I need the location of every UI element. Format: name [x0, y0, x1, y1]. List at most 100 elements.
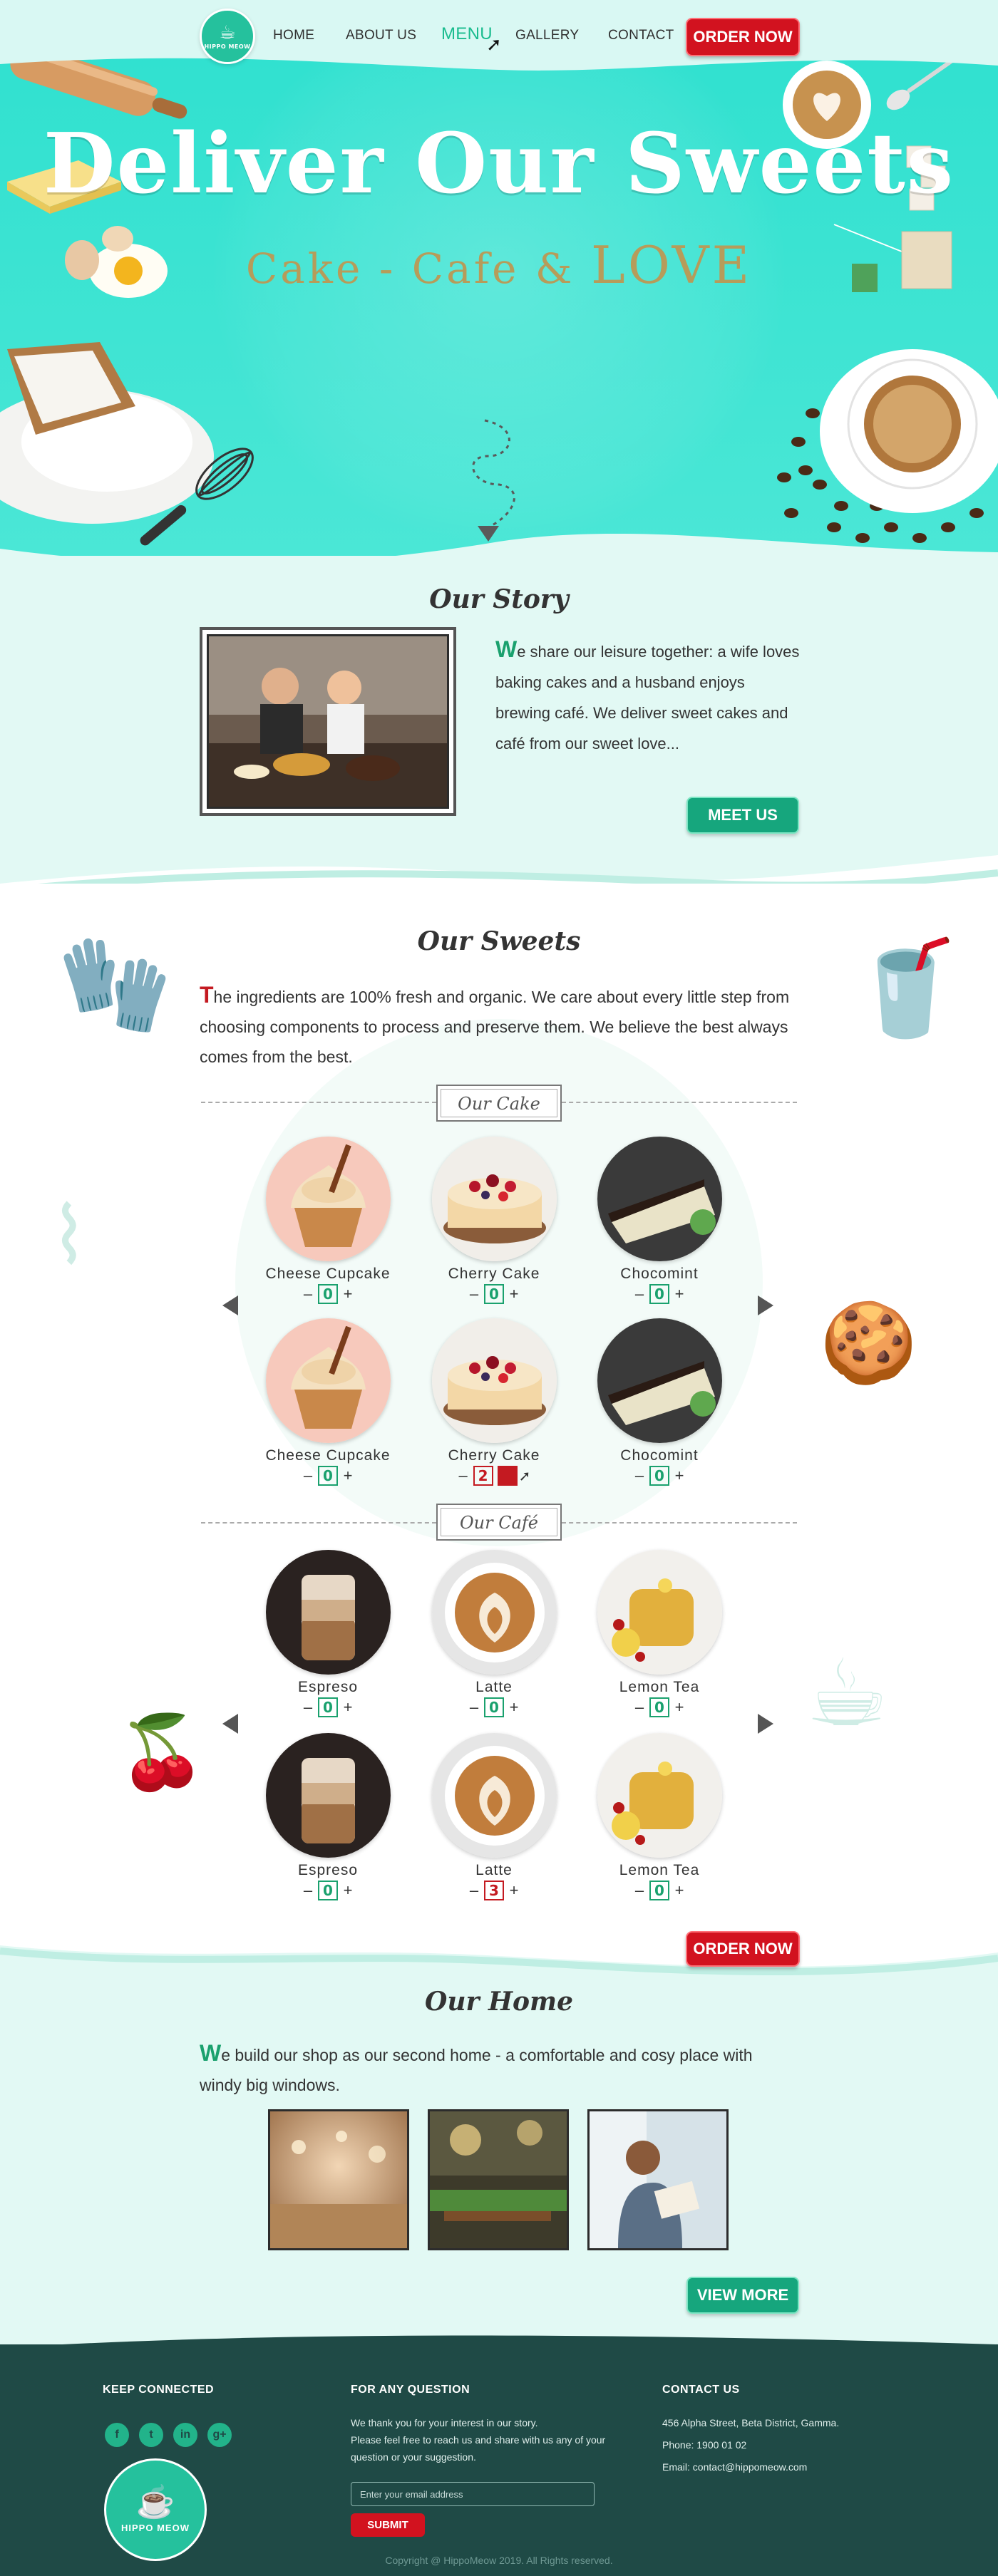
decrease-button[interactable]: –: [302, 1467, 314, 1485]
increase-button-active[interactable]: [497, 1466, 518, 1486]
product-card: Espreso –0 +: [246, 1550, 410, 1717]
increase-button[interactable]: +: [342, 1698, 354, 1717]
product-image[interactable]: [431, 1550, 557, 1675]
product-image[interactable]: [265, 1318, 391, 1443]
cafe-divider-left: [201, 1522, 436, 1524]
brand-logo[interactable]: ☕ HIPPO MEOW: [200, 9, 255, 64]
product-name: Latte: [475, 1679, 513, 1695]
coffee-cup-icon: ☕: [219, 21, 236, 43]
product-image[interactable]: [431, 1733, 557, 1858]
cafe-prev-arrow[interactable]: [222, 1714, 238, 1734]
increase-button[interactable]: +: [508, 1698, 520, 1717]
blurred-shop-interior-image: [270, 2111, 407, 2248]
quantity-value[interactable]: 0: [649, 1284, 669, 1304]
coffee-cup-icon: ☕: [135, 2484, 175, 2520]
contact-email[interactable]: Email: contact@hippomeow.com: [662, 2458, 807, 2476]
cake-next-arrow[interactable]: [758, 1295, 773, 1315]
nav-home[interactable]: HOME: [273, 28, 314, 43]
sweets-title: Our Sweets: [417, 926, 581, 956]
increase-button[interactable]: +: [674, 1698, 685, 1717]
home-paragraph: We build our shop as our second home - a…: [200, 2038, 798, 2100]
quantity-value[interactable]: 2: [473, 1466, 493, 1486]
increase-button[interactable]: +: [508, 1285, 520, 1303]
cake-prev-arrow[interactable]: [222, 1295, 238, 1315]
rolling-pin-outline-icon: ⌇: [50, 1190, 88, 1281]
product-image[interactable]: [431, 1318, 557, 1443]
email-field[interactable]: [351, 2482, 595, 2506]
nav-gallery[interactable]: GALLERY: [515, 28, 579, 43]
product-card: Cheese Cupcake –0 +: [246, 1137, 410, 1304]
coffee-machine-icon: ☕: [806, 1639, 889, 1747]
nav-contact[interactable]: CONTACT: [608, 28, 674, 43]
quantity-value[interactable]: 0: [318, 1466, 338, 1486]
footer-brand-logo[interactable]: ☕ HIPPO MEOW: [104, 2458, 207, 2561]
scroll-down-arrow-icon[interactable]: [456, 413, 535, 549]
decrease-button[interactable]: –: [634, 1467, 645, 1485]
product-image[interactable]: [265, 1137, 391, 1261]
decrease-button[interactable]: –: [634, 1881, 645, 1900]
product-card: Lemon Tea –0 +: [577, 1550, 741, 1717]
view-more-button[interactable]: VIEW MORE: [686, 2277, 799, 2314]
nav-menu[interactable]: MENU: [441, 24, 493, 44]
linkedin-icon[interactable]: in: [173, 2423, 197, 2447]
quantity-value[interactable]: 0: [484, 1697, 504, 1717]
product-image[interactable]: [597, 1318, 722, 1443]
meet-us-button[interactable]: MEET US: [686, 797, 799, 834]
product-name: Chocomint: [620, 1266, 699, 1282]
decrease-button[interactable]: –: [302, 1698, 314, 1717]
increase-button[interactable]: +: [342, 1285, 354, 1303]
quantity-value[interactable]: 0: [649, 1881, 669, 1900]
story-dropcap: W: [495, 636, 518, 662]
top-nav: ☕ HIPPO MEOW HOME ABOUT US MENU ➚ GALLER…: [0, 0, 998, 71]
order-now-button[interactable]: ORDER NOW: [686, 18, 800, 56]
decrease-button[interactable]: –: [302, 1881, 314, 1900]
hero-subtitle-text: Cake - Cafe &: [245, 244, 591, 293]
cheese-cupcake-image: [265, 1137, 391, 1261]
submit-button[interactable]: SUBMIT: [351, 2513, 425, 2537]
quantity-value[interactable]: 0: [484, 1284, 504, 1304]
our-sweets-section: 🧤 🥤 ⌇ 🍪 🍒 ☕ Our Sweets The ingredients a…: [0, 884, 998, 1938]
hero-subtitle-love: LOVE: [591, 235, 753, 295]
cake-divider-right: [562, 1102, 797, 1103]
nav-about-us[interactable]: ABOUT US: [346, 28, 416, 43]
increase-button[interactable]: +: [674, 1881, 685, 1900]
decrease-button[interactable]: –: [468, 1698, 480, 1717]
quantity-value[interactable]: 0: [318, 1881, 338, 1900]
product-image[interactable]: [597, 1733, 722, 1858]
decrease-button[interactable]: –: [458, 1467, 469, 1485]
quantity-value[interactable]: 0: [318, 1697, 338, 1717]
home-photo[interactable]: [587, 2109, 729, 2250]
product-image[interactable]: [265, 1733, 391, 1858]
product-image[interactable]: [431, 1137, 557, 1261]
espreso-image: [265, 1733, 391, 1858]
quantity-stepper: –0 +: [412, 1697, 576, 1717]
chocomint-image: [597, 1318, 722, 1443]
increase-button[interactable]: +: [508, 1881, 520, 1900]
increase-button[interactable]: +: [342, 1467, 354, 1485]
decrease-button[interactable]: –: [634, 1285, 645, 1303]
decrease-button[interactable]: –: [468, 1881, 480, 1900]
product-image[interactable]: [265, 1550, 391, 1675]
twitter-icon[interactable]: t: [139, 2423, 163, 2447]
quantity-value[interactable]: 3: [484, 1881, 504, 1900]
increase-button[interactable]: +: [342, 1881, 354, 1900]
product-image[interactable]: [597, 1550, 722, 1675]
decrease-button[interactable]: –: [468, 1285, 480, 1303]
increase-button[interactable]: +: [674, 1285, 685, 1303]
increase-button[interactable]: +: [674, 1467, 685, 1485]
google-plus-icon[interactable]: g+: [207, 2423, 232, 2447]
quantity-value[interactable]: 0: [649, 1466, 669, 1486]
decrease-button[interactable]: –: [302, 1285, 314, 1303]
product-card: Latte –0 +: [412, 1550, 576, 1717]
cafe-next-arrow[interactable]: [758, 1714, 773, 1734]
home-photo[interactable]: [428, 2109, 569, 2250]
home-title: Our Home: [424, 1987, 574, 2017]
product-image[interactable]: [597, 1137, 722, 1261]
facebook-icon[interactable]: f: [105, 2423, 129, 2447]
home-photo[interactable]: [268, 2109, 409, 2250]
order-now-button-bottom[interactable]: ORDER NOW: [686, 1931, 800, 1967]
quantity-stepper: –3 +: [412, 1881, 576, 1900]
quantity-value[interactable]: 0: [318, 1284, 338, 1304]
quantity-value[interactable]: 0: [649, 1697, 669, 1717]
decrease-button[interactable]: –: [634, 1698, 645, 1717]
